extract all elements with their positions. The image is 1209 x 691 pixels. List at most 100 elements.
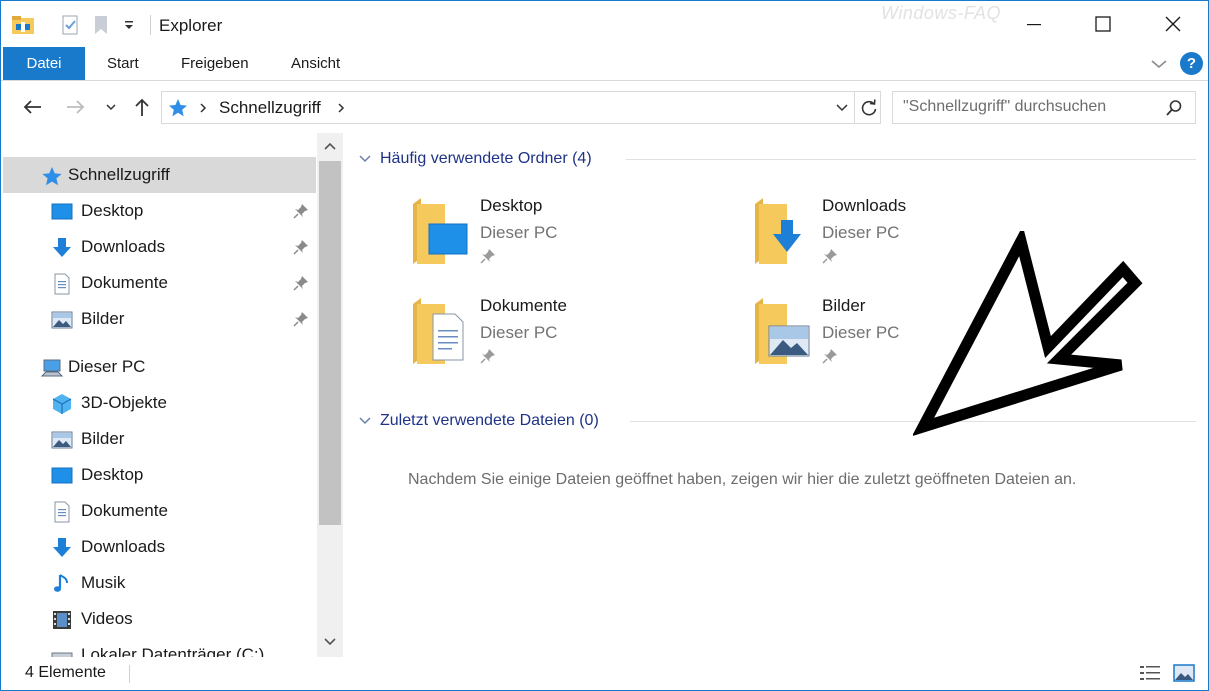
pin-icon[interactable]	[293, 203, 309, 219]
chevron-up-icon	[324, 142, 336, 150]
minimize-button[interactable]	[999, 1, 1069, 47]
tile-name: Downloads	[822, 196, 907, 215]
refresh-icon[interactable]	[859, 98, 879, 118]
pictures-icon	[51, 311, 73, 329]
sidebar-item-label: Desktop	[81, 201, 144, 220]
scroll-down-button[interactable]	[317, 629, 343, 655]
desktop-folder-icon	[413, 198, 468, 264]
close-icon	[1165, 16, 1181, 32]
quick-access-star-icon	[169, 99, 187, 117]
sidebar-item-label: Downloads	[81, 237, 166, 256]
address-history-chevron-icon[interactable]	[834, 102, 850, 114]
scroll-up-button[interactable]	[317, 133, 343, 159]
sidebar-item-desktop[interactable]: Desktop	[3, 193, 316, 229]
search-icon[interactable]	[1165, 99, 1183, 117]
pin-icon[interactable]	[293, 275, 309, 291]
sidebar-item-3d-objects[interactable]: 3D-Objekte	[3, 385, 316, 421]
breadcrumb-chevron-icon[interactable]	[198, 102, 208, 114]
downloads-icon	[53, 538, 71, 557]
new-folder-icon[interactable]	[89, 13, 113, 37]
group-header-frequent-folders[interactable]: Häufig verwendete Ordner (4)	[358, 148, 592, 170]
app-folder-icon[interactable]	[9, 13, 37, 37]
sidebar-item-label: Dokumente	[81, 501, 168, 520]
sidebar-item-documents-pc[interactable]: Dokumente	[3, 493, 316, 529]
help-button[interactable]: ?	[1180, 52, 1203, 75]
breadcrumb-chevron-icon[interactable]	[336, 102, 346, 114]
sidebar-item-label: Downloads	[81, 537, 166, 556]
navigation-bar: Schnellzugriff	[1, 81, 1208, 133]
sidebar-item-label: Lokaler Datenträger (C:)	[81, 645, 265, 657]
this-pc-icon	[41, 359, 63, 377]
tile-location: Dieser PC	[480, 223, 558, 242]
documents-icon	[54, 501, 70, 523]
sidebar-item-label: Videos	[81, 609, 133, 628]
scroll-thumb[interactable]	[319, 161, 341, 525]
pointer-arrow-icon	[913, 231, 1143, 436]
up-button[interactable]	[131, 95, 153, 119]
sidebar-item-label: Bilder	[81, 429, 125, 448]
title-separator	[150, 15, 151, 35]
group-header-recent-files[interactable]: Zuletzt verwendete Dateien (0)	[358, 410, 599, 432]
forward-arrow-icon	[67, 100, 85, 114]
sidebar-item-quick-access[interactable]: Schnellzugriff	[3, 157, 316, 193]
chevron-down-icon	[106, 104, 116, 111]
pin-icon	[822, 249, 837, 264]
large-icons-view-button[interactable]	[1173, 663, 1195, 683]
pictures-icon	[51, 431, 73, 449]
maximize-button[interactable]	[1068, 1, 1138, 47]
tab-start[interactable]: Start	[107, 47, 139, 80]
tile-name: Desktop	[480, 196, 543, 215]
sidebar-item-label: Musik	[81, 573, 126, 592]
empty-recent-message: Nachdem Sie einige Dateien geöffnet habe…	[408, 471, 1077, 488]
sidebar-item-documents[interactable]: Dokumente	[3, 265, 316, 301]
forward-button[interactable]	[63, 95, 89, 119]
sidebar-item-local-drive[interactable]: Lokaler Datenträger (C:)	[3, 637, 316, 657]
tab-ansicht[interactable]: Ansicht	[291, 47, 340, 80]
sidebar-item-pictures[interactable]: Bilder	[3, 301, 316, 337]
ribbon-tabs: Datei Start Freigeben Ansicht ?	[1, 47, 1208, 81]
sidebar-item-label: Dokumente	[81, 273, 168, 292]
customize-quick-access-icon[interactable]	[119, 13, 139, 37]
pictures-folder-icon	[755, 298, 810, 364]
drive-icon	[51, 652, 73, 657]
chevron-down-icon	[324, 638, 336, 646]
downloads-icon	[53, 238, 71, 257]
sidebar-item-videos[interactable]: Videos	[3, 601, 316, 637]
recent-locations-button[interactable]	[103, 95, 119, 119]
sidebar-item-this-pc[interactable]: Dieser PC	[3, 349, 316, 385]
pin-icon[interactable]	[293, 311, 309, 327]
group-title: Zuletzt verwendete Dateien (0)	[380, 412, 599, 429]
details-view-button[interactable]	[1139, 663, 1161, 683]
sidebar-item-desktop-pc[interactable]: Desktop	[3, 457, 316, 493]
search-box[interactable]	[892, 91, 1196, 124]
documents-icon	[54, 273, 70, 295]
tab-datei[interactable]: Datei	[3, 47, 85, 80]
address-bar[interactable]: Schnellzugriff	[161, 91, 881, 124]
item-count: 4 Elemente	[25, 664, 106, 681]
address-separator	[854, 92, 855, 123]
desktop-icon	[51, 467, 73, 484]
up-arrow-icon	[135, 98, 149, 116]
sidebar-item-label: Dieser PC	[68, 357, 146, 376]
sidebar-item-downloads[interactable]: Downloads	[3, 229, 316, 265]
properties-icon[interactable]	[59, 13, 83, 37]
maximize-icon	[1095, 16, 1111, 32]
sidebar-scrollbar[interactable]	[317, 133, 343, 657]
folder-tile-desktop[interactable]: Desktop Dieser PC	[411, 196, 711, 276]
sidebar-item-music[interactable]: Musik	[3, 565, 316, 601]
sidebar-item-pictures-pc[interactable]: Bilder	[3, 421, 316, 457]
sidebar-item-downloads-pc[interactable]: Downloads	[3, 529, 316, 565]
documents-folder-icon	[413, 298, 464, 364]
search-input[interactable]	[903, 98, 1153, 116]
window-title: Explorer	[159, 16, 223, 35]
pin-icon[interactable]	[293, 239, 309, 255]
folder-tile-documents[interactable]: Dokumente Dieser PC	[411, 296, 711, 376]
back-button[interactable]	[19, 95, 45, 119]
close-button[interactable]	[1138, 1, 1208, 47]
quick-access-star-icon	[42, 167, 62, 186]
expand-ribbon-icon[interactable]	[1149, 55, 1169, 73]
sidebar-item-label: Bilder	[81, 309, 125, 328]
3d-objects-icon	[52, 394, 72, 414]
breadcrumb-location[interactable]: Schnellzugriff	[219, 98, 321, 118]
tab-freigeben[interactable]: Freigeben	[181, 47, 249, 80]
